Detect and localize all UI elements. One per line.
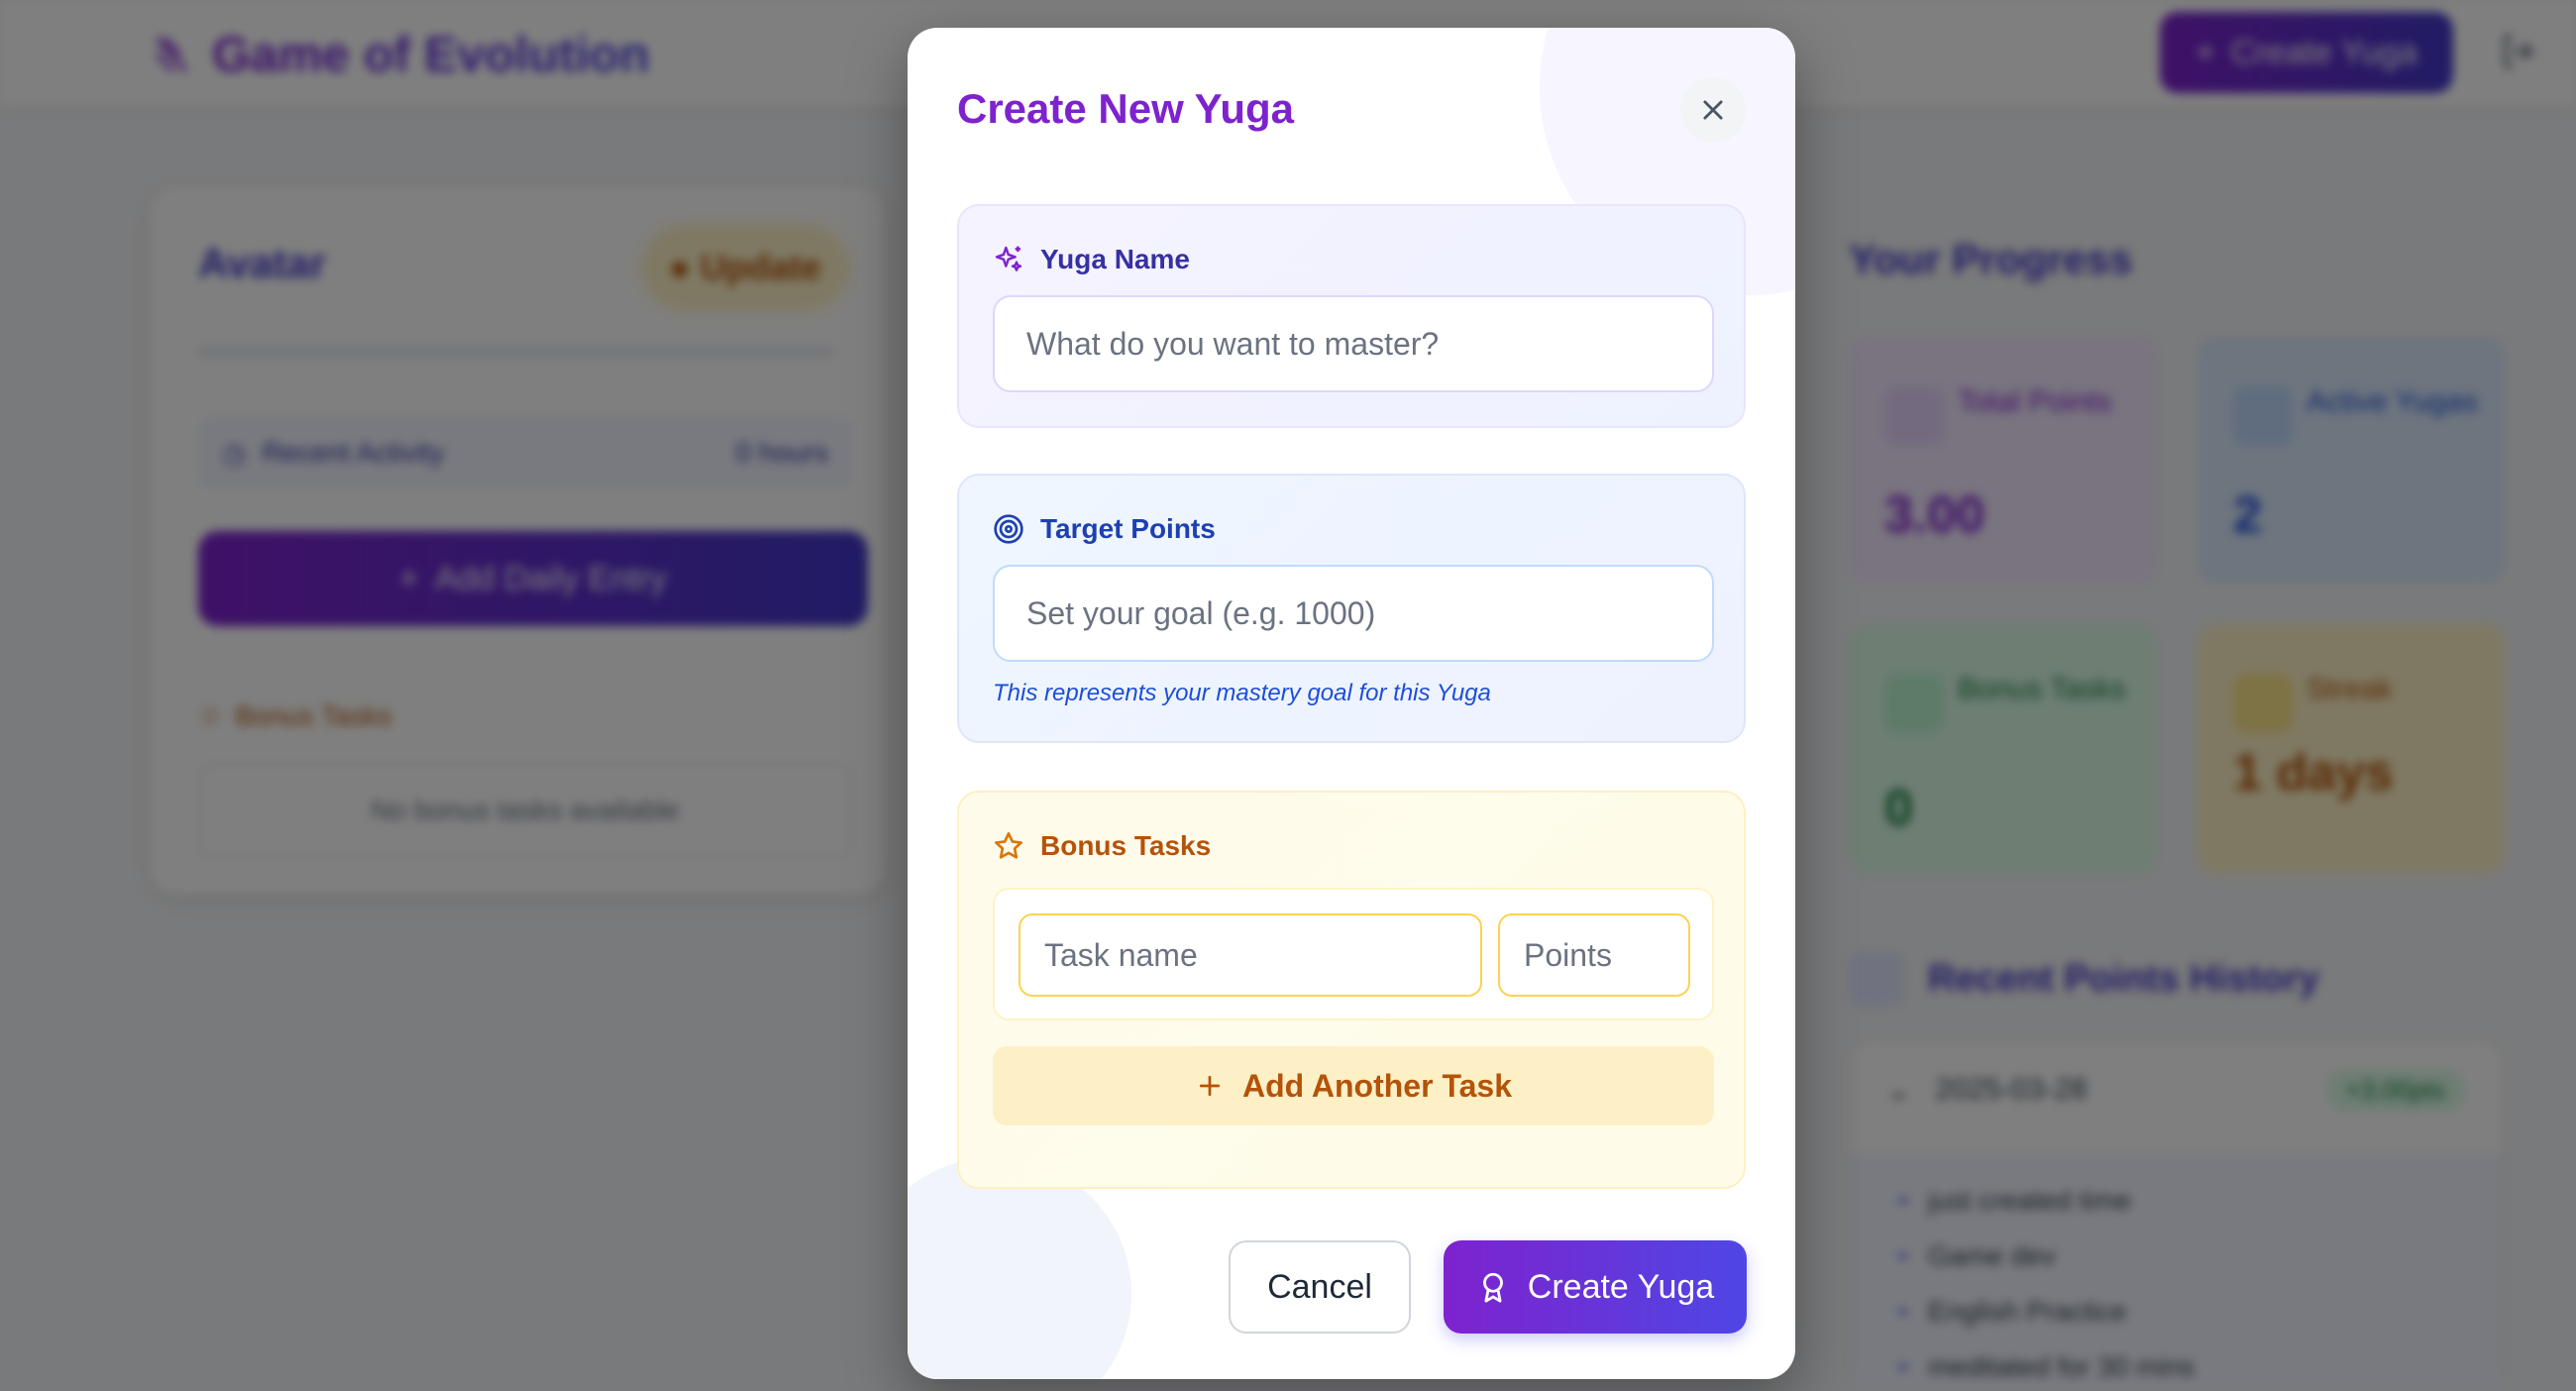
target-points-input[interactable] — [993, 565, 1714, 662]
modal-title: Create New Yuga — [957, 85, 1295, 132]
create-yuga-button[interactable]: Create Yuga — [1444, 1240, 1747, 1334]
yuga-name-section: Yuga Name — [957, 204, 1746, 428]
target-points-hint: This represents your mastery goal for th… — [993, 680, 1491, 706]
create-yuga-label: Create Yuga — [1527, 1267, 1715, 1306]
decorative-circle — [908, 1157, 1131, 1379]
target-points-label-row: Target Points — [993, 513, 1216, 545]
bonus-task-row — [993, 888, 1714, 1020]
award-icon — [1482, 1272, 1503, 1303]
close-icon — [1703, 100, 1723, 120]
target-points-section: Target Points This represents your maste… — [957, 474, 1746, 743]
star-icon — [995, 832, 1022, 859]
cancel-button[interactable]: Cancel — [1229, 1240, 1411, 1334]
target-icon — [994, 514, 1023, 544]
yuga-name-input[interactable] — [993, 295, 1714, 392]
task-points-input[interactable] — [1498, 913, 1690, 997]
plus-icon — [1199, 1075, 1221, 1097]
bonus-tasks-label: Bonus Tasks — [1040, 830, 1212, 861]
sparkles-icon — [995, 246, 1022, 271]
bonus-tasks-label-row: Bonus Tasks — [993, 830, 1211, 862]
yuga-name-label: Yuga Name — [1040, 244, 1190, 274]
add-another-task-button[interactable]: Add Another Task — [993, 1046, 1714, 1125]
yuga-name-label-row: Yuga Name — [993, 244, 1190, 275]
close-button[interactable] — [1680, 77, 1746, 143]
create-yuga-modal: Create New Yuga Yuga Name Target Points — [908, 28, 1795, 1379]
bonus-tasks-section: Bonus Tasks Add Another Task — [957, 791, 1746, 1189]
target-points-label: Target Points — [1040, 513, 1216, 544]
task-name-input[interactable] — [1019, 913, 1482, 997]
add-another-task-label: Add Another Task — [1241, 1067, 1512, 1104]
